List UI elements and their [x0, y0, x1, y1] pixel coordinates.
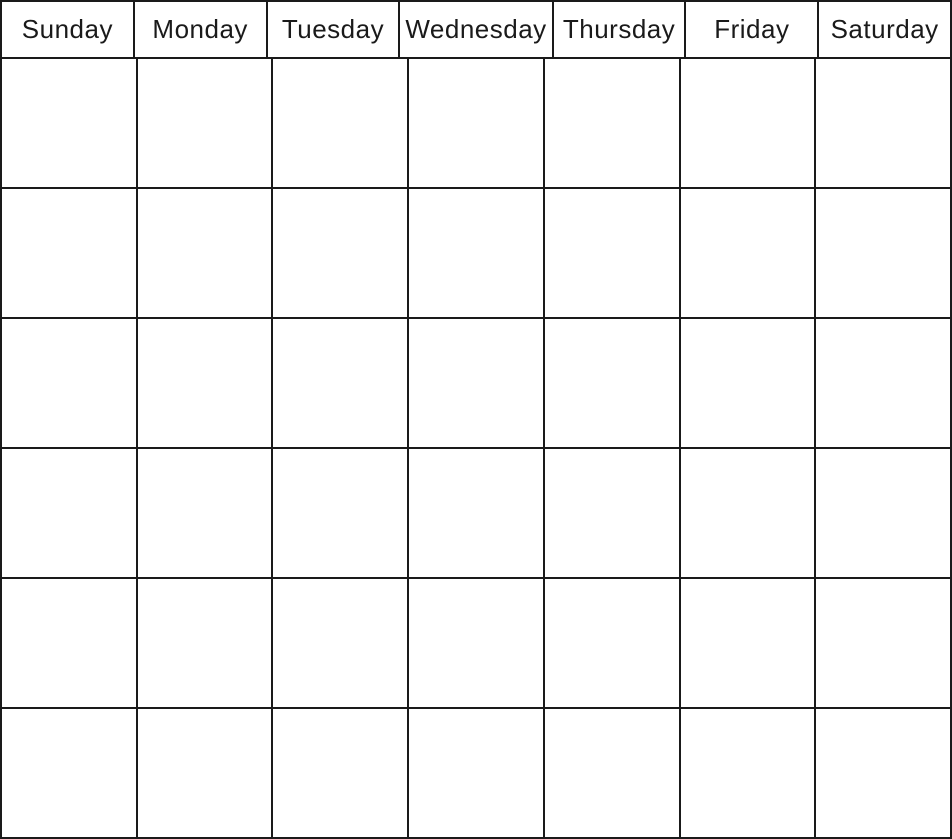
day-header-monday: Monday: [135, 2, 268, 57]
calendar-cell-1-3[interactable]: [273, 59, 409, 187]
calendar-cell-4-1[interactable]: [2, 449, 138, 577]
calendar-cell-6-4[interactable]: [409, 709, 545, 837]
day-header-label-sunday: Sunday: [22, 14, 113, 45]
calendar-body: [2, 59, 950, 837]
calendar-cell-4-6[interactable]: [681, 449, 817, 577]
calendar-cell-5-7[interactable]: [816, 579, 950, 707]
calendar-cell-4-7[interactable]: [816, 449, 950, 577]
calendar-cell-3-4[interactable]: [409, 319, 545, 447]
calendar-cell-6-2[interactable]: [138, 709, 274, 837]
calendar-cell-2-7[interactable]: [816, 189, 950, 317]
day-header-sunday: Sunday: [2, 2, 135, 57]
calendar-cell-6-1[interactable]: [2, 709, 138, 837]
calendar-cell-4-2[interactable]: [138, 449, 274, 577]
calendar-cell-3-7[interactable]: [816, 319, 950, 447]
day-header-wednesday: Wednesday: [400, 2, 553, 57]
calendar-cell-6-7[interactable]: [816, 709, 950, 837]
calendar-cell-1-7[interactable]: [816, 59, 950, 187]
calendar-cell-5-2[interactable]: [138, 579, 274, 707]
calendar-cell-2-3[interactable]: [273, 189, 409, 317]
calendar-header-row: Sunday Monday Tuesday Wednesday Thursday…: [2, 2, 950, 59]
calendar-row-4: [2, 449, 950, 579]
calendar-cell-5-1[interactable]: [2, 579, 138, 707]
calendar-cell-5-5[interactable]: [545, 579, 681, 707]
calendar-cell-3-1[interactable]: [2, 319, 138, 447]
day-header-label-friday: Friday: [714, 14, 789, 45]
day-header-label-monday: Monday: [152, 14, 248, 45]
calendar-row-5: [2, 579, 950, 709]
day-header-saturday: Saturday: [819, 2, 950, 57]
calendar-cell-1-1[interactable]: [2, 59, 138, 187]
calendar-cell-2-5[interactable]: [545, 189, 681, 317]
day-header-friday: Friday: [686, 2, 819, 57]
calendar-row-6: [2, 709, 950, 837]
calendar-row-2: [2, 189, 950, 319]
calendar-cell-3-3[interactable]: [273, 319, 409, 447]
calendar-cell-1-6[interactable]: [681, 59, 817, 187]
calendar-cell-5-3[interactable]: [273, 579, 409, 707]
calendar-cell-3-2[interactable]: [138, 319, 274, 447]
calendar-cell-2-6[interactable]: [681, 189, 817, 317]
calendar-row-3: [2, 319, 950, 449]
calendar-cell-5-6[interactable]: [681, 579, 817, 707]
calendar-cell-2-1[interactable]: [2, 189, 138, 317]
day-header-label-tuesday: Tuesday: [282, 14, 384, 45]
day-header-thursday: Thursday: [554, 2, 687, 57]
calendar-grid: Sunday Monday Tuesday Wednesday Thursday…: [0, 0, 952, 839]
day-header-label-thursday: Thursday: [563, 14, 675, 45]
calendar-cell-6-6[interactable]: [681, 709, 817, 837]
calendar-cell-1-5[interactable]: [545, 59, 681, 187]
calendar-cell-3-6[interactable]: [681, 319, 817, 447]
calendar-cell-4-4[interactable]: [409, 449, 545, 577]
calendar-cell-1-2[interactable]: [138, 59, 274, 187]
calendar-cell-6-3[interactable]: [273, 709, 409, 837]
day-header-tuesday: Tuesday: [268, 2, 401, 57]
calendar-cell-5-4[interactable]: [409, 579, 545, 707]
calendar-cell-2-2[interactable]: [138, 189, 274, 317]
calendar-cell-1-4[interactable]: [409, 59, 545, 187]
calendar-cell-4-3[interactable]: [273, 449, 409, 577]
calendar-row-1: [2, 59, 950, 189]
calendar-cell-3-5[interactable]: [545, 319, 681, 447]
calendar-cell-6-5[interactable]: [545, 709, 681, 837]
day-header-label-saturday: Saturday: [831, 14, 939, 45]
calendar-cell-2-4[interactable]: [409, 189, 545, 317]
day-header-label-wednesday: Wednesday: [405, 14, 546, 45]
calendar-cell-4-5[interactable]: [545, 449, 681, 577]
